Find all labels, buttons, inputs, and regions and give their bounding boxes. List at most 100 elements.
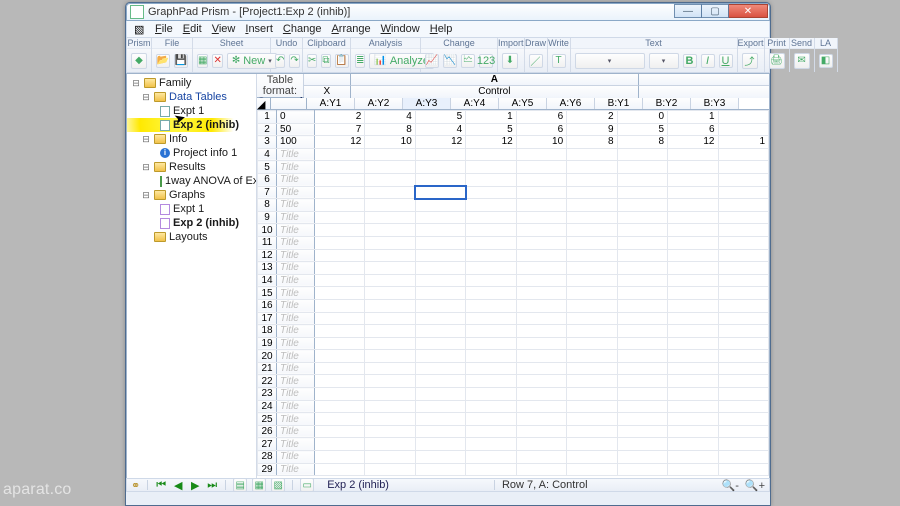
data-cell[interactable] — [466, 287, 516, 300]
data-cell[interactable] — [466, 199, 516, 212]
group-b-letter[interactable] — [639, 74, 769, 86]
data-cell[interactable] — [314, 161, 364, 174]
data-cell[interactable] — [718, 312, 769, 325]
data-cell[interactable] — [415, 325, 465, 338]
data-cell[interactable]: 6 — [516, 123, 566, 136]
data-cell[interactable] — [668, 274, 718, 287]
data-cell[interactable] — [466, 211, 516, 224]
data-cell[interactable] — [314, 312, 364, 325]
data-cell[interactable] — [415, 148, 465, 161]
data-cell[interactable] — [314, 173, 364, 186]
data-cell[interactable] — [466, 413, 516, 426]
group-b-name[interactable] — [639, 86, 769, 98]
data-cell[interactable] — [516, 350, 566, 363]
row-title-cell[interactable]: Title — [277, 199, 315, 212]
subcol-A:Y6[interactable]: A:Y6 — [547, 98, 595, 109]
data-cell[interactable] — [314, 375, 364, 388]
fontsize-select[interactable]: ▾ — [649, 53, 679, 69]
data-cell[interactable] — [415, 337, 465, 350]
zoom-in-button[interactable]: 🔍+ — [745, 479, 765, 492]
data-cell[interactable]: 10 — [365, 136, 415, 149]
data-cell[interactable] — [617, 463, 667, 476]
data-cell[interactable] — [567, 375, 617, 388]
data-cell[interactable] — [466, 274, 516, 287]
data-cell[interactable]: 5 — [415, 111, 465, 124]
data-cell[interactable] — [668, 463, 718, 476]
close-button[interactable]: ✕ — [728, 4, 768, 18]
data-cell[interactable] — [617, 274, 667, 287]
data-cell[interactable] — [567, 236, 617, 249]
data-cell[interactable] — [415, 463, 465, 476]
data-cell[interactable] — [314, 274, 364, 287]
title-col-header[interactable] — [271, 98, 307, 109]
data-cell[interactable] — [365, 148, 415, 161]
row-title-cell[interactable]: Title — [277, 362, 315, 375]
data-cell[interactable] — [718, 438, 769, 451]
data-cell[interactable] — [718, 236, 769, 249]
data-cell[interactable] — [567, 249, 617, 262]
data-cell[interactable] — [718, 299, 769, 312]
data-cell[interactable] — [365, 413, 415, 426]
data-cell[interactable] — [516, 199, 566, 212]
data-cell[interactable] — [466, 463, 516, 476]
data-cell[interactable] — [365, 325, 415, 338]
row-header[interactable]: 16 — [258, 299, 277, 312]
data-cell[interactable] — [314, 262, 364, 275]
data-cell[interactable] — [365, 262, 415, 275]
data-cell[interactable] — [617, 362, 667, 375]
data-cell[interactable] — [718, 413, 769, 426]
data-cell[interactable] — [314, 148, 364, 161]
data-cell[interactable] — [567, 287, 617, 300]
redo-button[interactable]: ↷ — [289, 54, 299, 68]
nav-next-button[interactable]: ▶ — [189, 479, 201, 491]
data-cell[interactable] — [617, 388, 667, 401]
row-title-cell[interactable]: Title — [277, 375, 315, 388]
subcol-A:Y4[interactable]: A:Y4 — [451, 98, 499, 109]
write-button[interactable]: T — [552, 54, 566, 68]
data-cell[interactable] — [718, 161, 769, 174]
data-cell[interactable] — [415, 262, 465, 275]
data-cell[interactable] — [365, 173, 415, 186]
row-header[interactable]: 1 — [258, 111, 277, 124]
menu-change[interactable]: Change — [278, 23, 327, 35]
row-header[interactable]: 14 — [258, 274, 277, 287]
row-header[interactable]: 2 — [258, 123, 277, 136]
data-cell[interactable] — [415, 173, 465, 186]
data-cell[interactable] — [415, 413, 465, 426]
data-cell[interactable] — [718, 388, 769, 401]
data-cell[interactable] — [415, 274, 465, 287]
corner-cell[interactable]: ◢ — [257, 98, 271, 109]
row-title-cell[interactable]: Title — [277, 224, 315, 237]
data-cell[interactable]: 10 — [516, 136, 566, 149]
data-cell[interactable] — [466, 337, 516, 350]
data-cell[interactable] — [617, 236, 667, 249]
data-cell[interactable] — [567, 400, 617, 413]
row-title-cell[interactable]: Title — [277, 287, 315, 300]
data-cell[interactable]: 0 — [617, 111, 667, 124]
subcol-A:Y3[interactable]: A:Y3 — [403, 98, 451, 109]
data-cell[interactable] — [365, 274, 415, 287]
data-cell[interactable] — [718, 262, 769, 275]
data-cell[interactable]: 12 — [314, 136, 364, 149]
row-title-cell[interactable]: 100 — [277, 136, 315, 149]
row-title-cell[interactable]: Title — [277, 211, 315, 224]
group-a-name[interactable]: Control — [351, 86, 639, 98]
menu-view[interactable]: View — [207, 23, 241, 35]
data-cell[interactable]: 12 — [668, 136, 718, 149]
row-header[interactable]: 19 — [258, 337, 277, 350]
menu-arrange[interactable]: Arrange — [326, 23, 375, 35]
data-cell[interactable]: 2 — [314, 111, 364, 124]
data-cell[interactable] — [617, 375, 667, 388]
nav-datatables[interactable]: ⊟Data Tables — [127, 90, 256, 104]
data-cell[interactable] — [415, 388, 465, 401]
data-cell[interactable] — [314, 350, 364, 363]
row-header[interactable]: 11 — [258, 236, 277, 249]
data-cell[interactable] — [718, 350, 769, 363]
data-cell[interactable] — [466, 400, 516, 413]
data-cell[interactable] — [365, 299, 415, 312]
data-cell[interactable] — [617, 299, 667, 312]
data-cell[interactable]: 5 — [466, 123, 516, 136]
data-cell[interactable] — [466, 312, 516, 325]
data-cell[interactable] — [567, 224, 617, 237]
data-cell[interactable] — [314, 438, 364, 451]
